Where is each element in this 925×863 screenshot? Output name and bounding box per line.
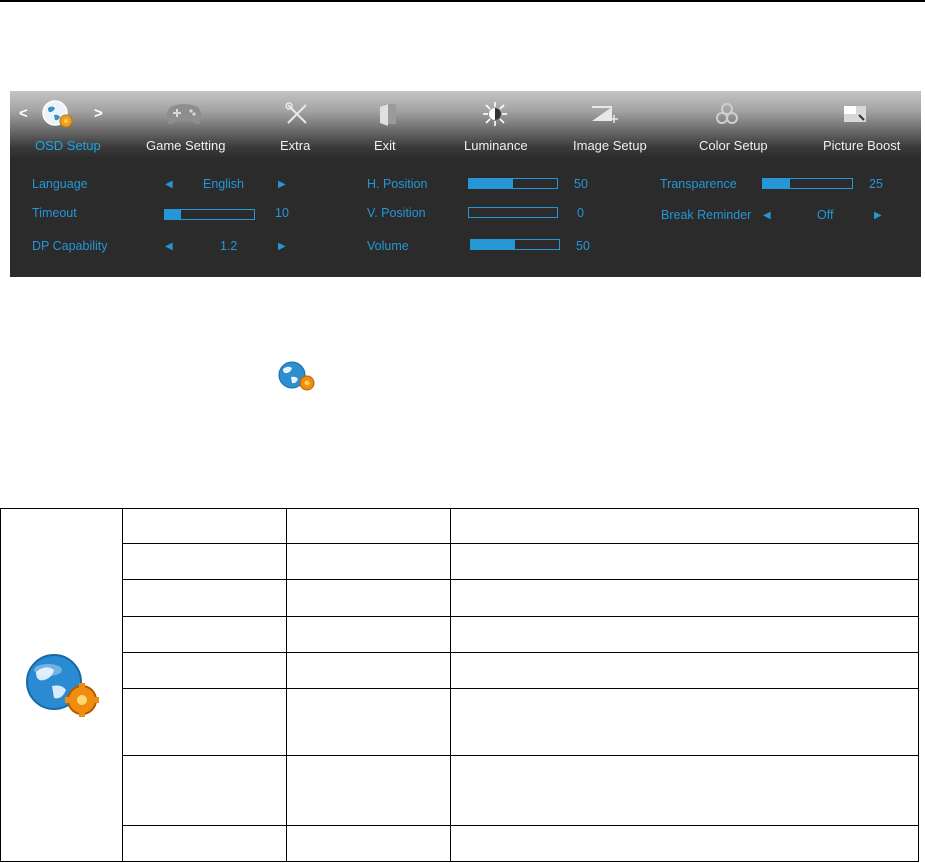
tab-picture-boost[interactable]: Picture Boost [810, 91, 910, 157]
dp-capability-label: DP Capability [32, 239, 108, 253]
osd-menu-panel: < OSD Setup > Game Setting Extra Exit Lu… [10, 91, 921, 277]
language-label: Language [32, 177, 88, 191]
dp-capability-value[interactable]: 1.2 [220, 239, 237, 253]
h-position-slider[interactable] [468, 178, 558, 189]
osd-setup-table [0, 508, 919, 862]
osd-settings-area: Language ◀ English ▶ Timeout 10 DP Capab… [10, 157, 921, 277]
tab-color-setup[interactable]: Color Setup [686, 91, 776, 157]
table-row [1, 542, 919, 581]
table-icon-cell [0, 508, 123, 862]
volume-slider[interactable] [470, 239, 560, 250]
exit-door-icon [380, 104, 396, 126]
gamepad-icon [166, 104, 202, 125]
picture-boost-icon [844, 106, 866, 122]
break-reminder-right-arrow-icon[interactable]: ▶ [874, 210, 882, 221]
table-cell [286, 508, 451, 544]
transparence-value: 25 [869, 177, 883, 191]
table-row [1, 687, 919, 756]
timeout-value: 10 [275, 206, 289, 220]
volume-slider-fill [471, 240, 515, 249]
tab-label: Image Setup [573, 138, 647, 153]
table-row [1, 754, 919, 827]
tab-label: Color Setup [699, 138, 768, 153]
break-reminder-label: Break Reminder [661, 208, 752, 222]
page-top-rule [0, 0, 925, 2]
tab-label: Game Setting [146, 138, 226, 153]
v-position-slider[interactable] [468, 207, 558, 218]
transparence-label: Transparence [660, 177, 737, 191]
h-position-value: 50 [574, 177, 588, 191]
volume-value: 50 [576, 239, 590, 253]
timeout-slider[interactable] [164, 209, 255, 220]
table-row [1, 616, 919, 653]
tab-luminance[interactable]: Luminance [454, 91, 534, 157]
tab-image-setup[interactable]: Image Setup [562, 91, 652, 157]
globe-gear-icon [278, 361, 315, 391]
dp-capability-left-arrow-icon[interactable]: ◀ [165, 241, 173, 252]
break-reminder-value[interactable]: Off [817, 208, 833, 222]
timeout-label: Timeout [32, 206, 77, 220]
image-setup-icon [592, 106, 618, 123]
dp-capability-right-arrow-icon[interactable]: ▶ [278, 241, 286, 252]
language-value[interactable]: English [203, 177, 244, 191]
tab-osd-setup[interactable]: OSD Setup [35, 91, 118, 157]
globe-gear-icon [42, 100, 73, 128]
osd-tab-bar: < OSD Setup > Game Setting Extra Exit Lu… [10, 91, 921, 157]
color-circles-icon [716, 103, 738, 124]
table-row [1, 825, 919, 862]
tab-label: Exit [374, 138, 396, 153]
language-right-arrow-icon[interactable]: ▶ [278, 179, 286, 190]
tab-exit[interactable]: Exit [374, 91, 424, 157]
break-reminder-left-arrow-icon[interactable]: ◀ [763, 210, 771, 221]
next-arrow-icon[interactable]: > [94, 105, 103, 122]
tab-label: Luminance [464, 138, 528, 153]
tab-label: Picture Boost [823, 138, 901, 153]
h-position-slider-fill [469, 179, 513, 188]
tab-label: Extra [280, 138, 311, 153]
v-position-value: 0 [577, 206, 584, 220]
v-position-label: V. Position [367, 206, 426, 220]
table-row [1, 579, 919, 618]
tab-extra[interactable]: Extra [278, 91, 338, 157]
volume-label: Volume [367, 239, 409, 253]
tab-label: OSD Setup [35, 138, 101, 153]
tools-icon [285, 102, 307, 124]
transparence-slider[interactable] [762, 178, 853, 189]
transparence-slider-fill [763, 179, 790, 188]
tab-game-setting[interactable]: Game Setting [146, 91, 246, 157]
timeout-slider-fill [165, 210, 182, 219]
table-row [1, 651, 919, 689]
h-position-label: H. Position [367, 177, 428, 191]
globe-gear-icon [25, 654, 99, 717]
table-cell [450, 508, 919, 544]
language-left-arrow-icon[interactable]: ◀ [165, 179, 173, 190]
prev-arrow-icon[interactable]: < [19, 105, 28, 122]
table-cell [122, 508, 287, 544]
sun-icon [483, 102, 507, 126]
